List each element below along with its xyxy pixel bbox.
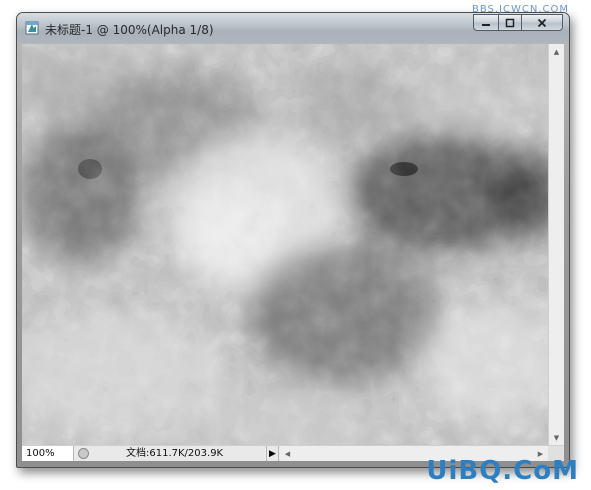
arrow-up-icon: ▲ (553, 47, 560, 56)
photoshop-document-icon (25, 21, 39, 35)
close-button[interactable] (521, 14, 563, 31)
vertical-scrollbar[interactable]: ▲ ▼ (548, 44, 564, 445)
scroll-left-button[interactable]: ◀ (280, 446, 295, 461)
maximize-icon (505, 18, 515, 27)
status-info-icon[interactable] (78, 448, 89, 459)
minimize-icon (482, 23, 490, 26)
scroll-up-button[interactable]: ▲ (549, 44, 564, 59)
document-window[interactable]: 未标题-1 @ 100%(Alpha 1/8) ▲ ▼ 100% 文档:611.… (16, 12, 570, 468)
close-icon (537, 18, 547, 27)
scroll-down-button[interactable]: ▼ (549, 430, 564, 445)
screen: BBS.JCWCN.COM 未标题-1 @ 100%(Alpha 1/8) ▲ … (0, 0, 591, 490)
arrow-left-icon: ◀ (284, 449, 291, 458)
document-canvas[interactable] (22, 44, 548, 445)
watermark-bottom: UiBQ.CoM (426, 456, 579, 486)
zoom-level-field[interactable]: 100% (22, 446, 74, 461)
window-title: 未标题-1 @ 100%(Alpha 1/8) (45, 23, 214, 37)
status-menu-button[interactable]: ▶ (266, 446, 279, 461)
window-titlebar[interactable]: 未标题-1 @ 100%(Alpha 1/8) (17, 13, 569, 43)
watermark-top: BBS.JCWCN.COM (471, 4, 569, 15)
maximize-button[interactable] (498, 14, 522, 31)
crystallize-texture-image (22, 44, 548, 445)
arrow-down-icon: ▼ (553, 433, 560, 442)
document-size-info: 文档:611.7K/203.9K (126, 448, 224, 459)
window-controls (473, 14, 563, 32)
minimize-button[interactable] (473, 14, 499, 31)
arrow-right-icon: ▶ (269, 448, 276, 459)
